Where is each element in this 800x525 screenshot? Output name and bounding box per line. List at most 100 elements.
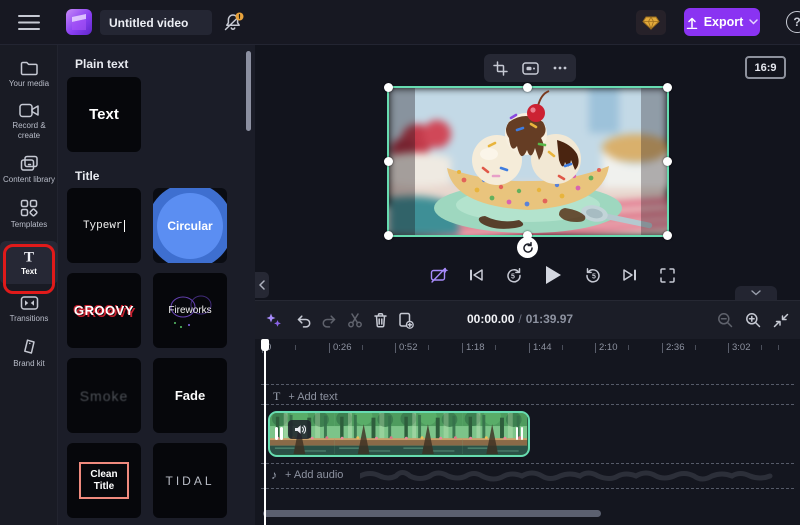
text-style-tile-fade[interactable]: Fade [153, 358, 227, 433]
text-style-tile-circular[interactable]: Circular [153, 188, 227, 263]
export-button[interactable]: Export [684, 8, 760, 36]
text-track-placeholder[interactable]: T + Add text [273, 389, 338, 404]
clipchamp-logo[interactable] [66, 9, 92, 35]
text-style-tile-plain[interactable]: Text [67, 77, 141, 152]
rewind-5-icon: 5 [505, 267, 522, 284]
sidebar-label: Transitions [2, 314, 56, 324]
text-style-tile-clean-title[interactable]: Clean Title [67, 443, 141, 518]
transitions-icon [20, 295, 39, 311]
collapse-panel-button[interactable] [255, 272, 269, 298]
fill-button[interactable] [517, 57, 543, 79]
video-preview-frame[interactable] [389, 88, 667, 235]
skip-to-end-button[interactable] [618, 263, 642, 287]
text-panel: Plain text Text Title Typewr Circular GR… [58, 45, 255, 525]
trim-handle-left[interactable] [280, 427, 283, 440]
rewind-5s-button[interactable]: 5 [501, 263, 525, 287]
ruler-tick: 2:10 [595, 343, 618, 353]
svg-text:5: 5 [592, 273, 596, 280]
help-button[interactable]: ? [786, 11, 800, 33]
play-button[interactable] [538, 260, 568, 290]
video-clip[interactable] [268, 411, 530, 457]
playback-controls: 5 5 [427, 260, 679, 290]
crop-button[interactable] [487, 57, 513, 79]
zoom-in-icon [745, 312, 761, 328]
skip-to-start-button[interactable] [464, 263, 488, 287]
current-time: 00:00.00 [467, 312, 514, 326]
trim-handle-right[interactable] [516, 427, 519, 440]
upgrade-gem-button[interactable] [636, 10, 666, 35]
project-title-input[interactable] [100, 10, 212, 35]
zoom-out-button[interactable] [713, 308, 737, 332]
trim-handle-left[interactable] [275, 427, 278, 440]
aspect-ratio-badge[interactable]: 16:9 [745, 56, 786, 79]
ruler-tick: 1:44 [529, 343, 552, 353]
total-time: 01:39.97 [526, 312, 573, 326]
selection-handle[interactable] [384, 157, 393, 166]
ai-suggestions-button[interactable] [261, 308, 285, 332]
top-bar: Export ? [0, 0, 800, 45]
selection-handle[interactable] [663, 83, 672, 92]
sidebar-item-brand-kit[interactable]: Brand kit [0, 331, 58, 376]
camera-icon [19, 103, 39, 118]
zoom-in-button[interactable] [741, 308, 765, 332]
sidebar-item-your-media[interactable]: Your media [0, 53, 58, 96]
text-style-tile-fireworks[interactable]: Fireworks [153, 273, 227, 348]
brand-kit-icon [21, 338, 38, 356]
track-divider [261, 463, 794, 464]
folder-icon [20, 60, 39, 76]
rotate-handle[interactable] [517, 237, 538, 258]
clipchamp-editor-window: Export ? Your media Record & create Cont… [0, 0, 800, 525]
chevron-left-icon [259, 280, 265, 290]
fullscreen-icon [660, 268, 675, 283]
timeline-ruler[interactable]: 0 0:26 0:52 1:18 1:44 2:10 2:36 3:02 [255, 339, 800, 361]
skip-end-icon [623, 268, 637, 282]
redo-button[interactable] [317, 308, 341, 332]
more-options-button[interactable] [547, 57, 573, 79]
svg-text:5: 5 [511, 273, 515, 280]
preview-toolbar [484, 54, 576, 82]
text-style-tile-groovy[interactable]: GROOVY [67, 273, 141, 348]
section-heading-plain-text: Plain text [75, 57, 128, 71]
sidebar-item-transitions[interactable]: Transitions [0, 288, 58, 331]
audio-track-placeholder[interactable]: ♪ + Add audio [271, 468, 343, 482]
track-divider [261, 404, 794, 405]
ruler-tick: 0:52 [395, 343, 418, 353]
split-button[interactable] [343, 308, 367, 332]
trim-handle-right[interactable] [521, 427, 524, 440]
selection-handle[interactable] [523, 83, 532, 92]
text-style-tile-typewriter[interactable]: Typewr [67, 188, 141, 263]
forward-5s-button[interactable]: 5 [581, 263, 605, 287]
selection-handle[interactable] [663, 231, 672, 240]
ruler-tick: 0 [262, 343, 271, 353]
hamburger-menu-icon[interactable] [18, 14, 40, 31]
sidebar-item-record-create[interactable]: Record & create [0, 96, 58, 148]
audio-waveform-ghost [360, 467, 790, 485]
clip-audio-button[interactable] [288, 420, 311, 439]
selection-handle[interactable] [384, 231, 393, 240]
sidebar-label: Record & create [2, 121, 56, 141]
collapse-timeline-button[interactable] [735, 286, 777, 300]
fullscreen-button[interactable] [655, 263, 679, 287]
chevron-down-icon [749, 19, 758, 25]
sidebar-item-text[interactable]: T Text [0, 241, 58, 284]
timeline-scrollbar[interactable] [263, 510, 601, 517]
undo-button[interactable] [291, 308, 315, 332]
notifications-off-icon[interactable] [221, 11, 245, 35]
duplicate-button[interactable] [394, 308, 418, 332]
rotate-icon [522, 242, 534, 254]
duplicate-icon [398, 312, 414, 329]
delete-button[interactable] [368, 308, 392, 332]
sidebar-label: Brand kit [2, 359, 56, 369]
selection-handle[interactable] [384, 83, 393, 92]
library-icon [20, 155, 39, 172]
undo-icon [295, 313, 312, 328]
panel-scrollbar[interactable] [246, 51, 251, 131]
autocaptions-off-button[interactable] [427, 263, 451, 287]
text-style-tile-tidal[interactable]: TIDAL [153, 443, 227, 518]
zoom-fit-button[interactable] [769, 308, 793, 332]
selection-handle[interactable] [663, 157, 672, 166]
text-style-tile-smoke[interactable]: Smoke [67, 358, 141, 433]
sidebar-item-templates[interactable]: Templates [0, 192, 58, 237]
sidebar-item-content-library[interactable]: Content library [0, 148, 58, 192]
svg-text:T: T [24, 250, 34, 265]
